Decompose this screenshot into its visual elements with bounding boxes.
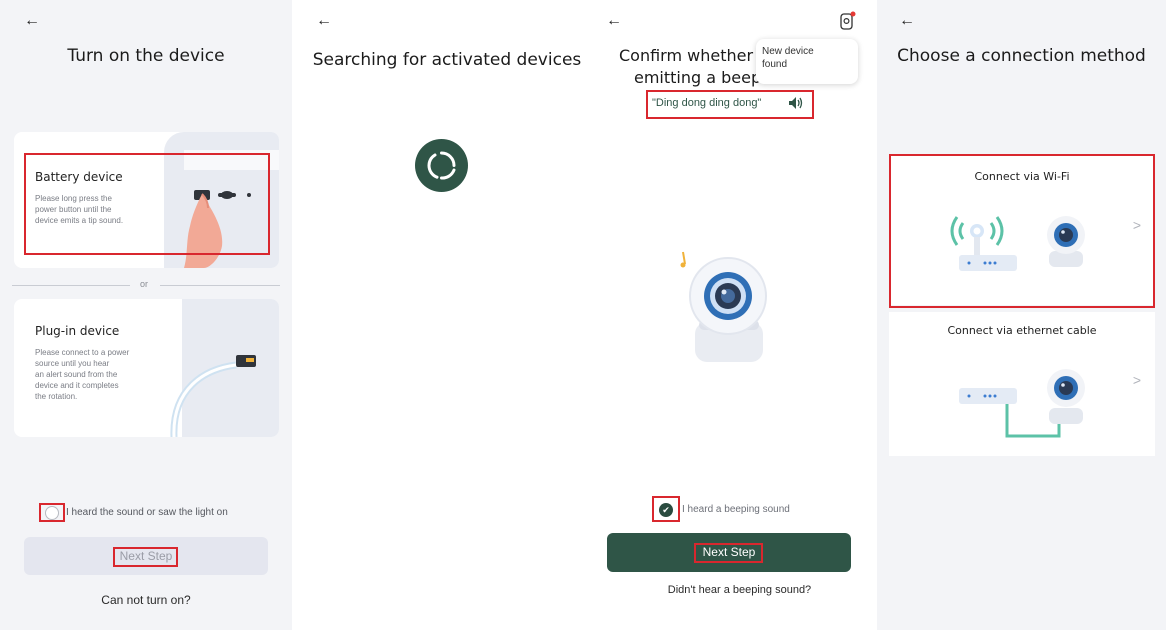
back-arrow-icon[interactable]: ←	[24, 12, 40, 30]
searching-screen: ← Searching for activated devices	[292, 0, 602, 630]
toast-line2: found	[762, 59, 788, 70]
page-title: Searching for activated devices	[312, 50, 582, 70]
back-arrow-icon[interactable]: ←	[899, 12, 915, 30]
highlight-next-step	[113, 547, 178, 567]
confirm-beep-screen: ← Confirm whether th emitting a beepi Ne…	[602, 0, 877, 630]
plugin-card-description: Please connect to a power source until y…	[35, 348, 130, 401]
ethernet-option-label: Connect via ethernet cable	[947, 324, 1097, 337]
toast-line1: New device	[762, 46, 814, 57]
highlight-radio	[39, 503, 65, 522]
beep-heard-label: I heard a beeping sound	[682, 504, 790, 515]
ethernet-option-card[interactable]: Connect via ethernet cable >	[889, 312, 1155, 456]
ethernet-chevron-icon: >	[1132, 372, 1141, 388]
turn-on-screen: ← Turn on the device Battery device Plea…	[0, 0, 292, 630]
loading-spinner-icon	[415, 139, 468, 192]
ethernet-router-camera-illustration	[959, 369, 1085, 438]
highlight-battery-card	[24, 153, 270, 255]
plugin-cable-illustration	[170, 355, 256, 437]
divider-left	[12, 285, 130, 286]
device-notification-icon[interactable]	[838, 11, 856, 31]
plugin-device-card[interactable]: Plug-in device Please connect to a power…	[14, 299, 279, 437]
highlight-checkbox	[652, 496, 680, 522]
highlight-next-step	[694, 543, 763, 563]
page-title: Choose a connection method	[897, 46, 1146, 66]
sound-heard-label: I heard the sound or saw the light on	[66, 507, 228, 518]
plugin-card-title: Plug-in device	[35, 324, 120, 338]
new-device-toast[interactable]: New device found	[756, 39, 858, 84]
sound-phrase: "Ding dong ding dong"	[652, 97, 762, 109]
divider-or-text: or	[140, 279, 149, 289]
highlight-wifi-option	[889, 154, 1155, 308]
cannot-turn-on-link[interactable]: Can not turn on?	[0, 593, 292, 607]
speaker-icon[interactable]	[788, 96, 804, 110]
connection-method-screen: ← Choose a connection method Connect via…	[877, 0, 1166, 630]
back-arrow-icon[interactable]: ←	[316, 12, 332, 30]
back-arrow-icon[interactable]: ←	[606, 12, 622, 30]
page-title: Turn on the device	[67, 46, 225, 66]
divider-right	[160, 285, 280, 286]
camera-illustration	[680, 251, 767, 362]
no-beep-help-link[interactable]: Didn't hear a beeping sound?	[602, 584, 877, 596]
